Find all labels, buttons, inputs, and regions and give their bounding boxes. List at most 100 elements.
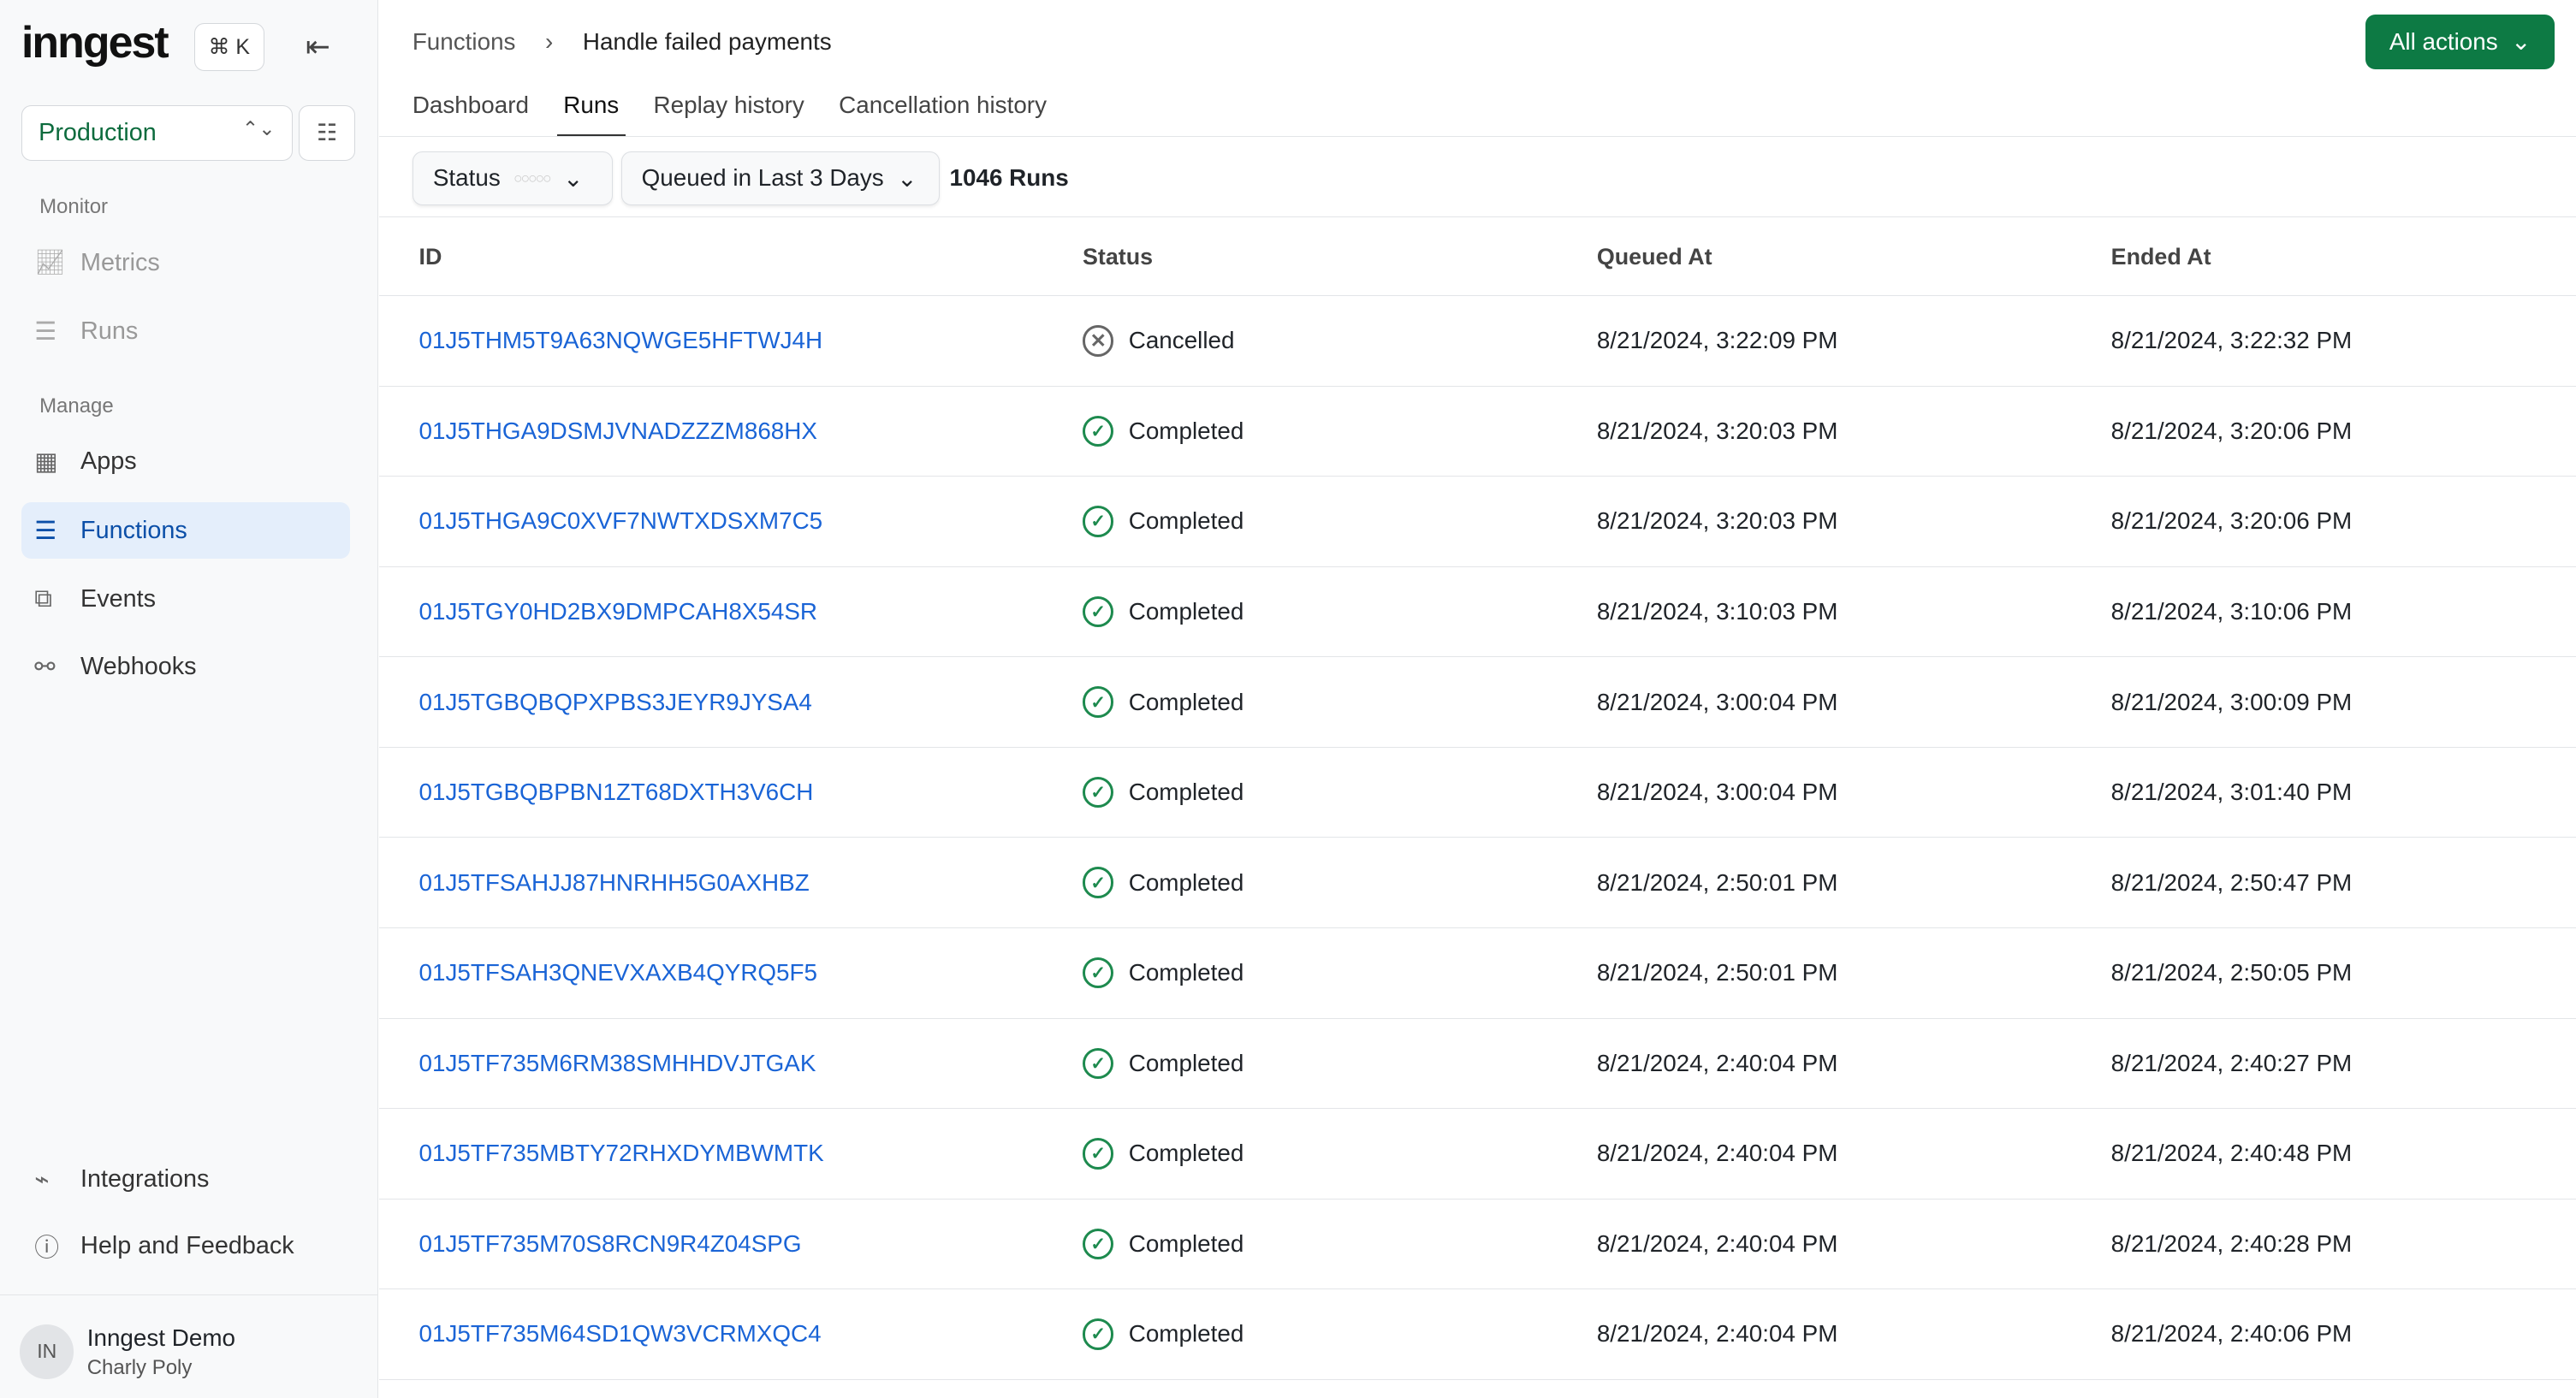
breadcrumb-functions[interactable]: Functions — [413, 28, 516, 56]
tab-dashboard[interactable]: Dashboard — [413, 92, 529, 136]
queued-at-cell: 8/21/2024, 2:40:04 PM — [1596, 1288, 2111, 1380]
status-dots-icon: ○○○○○ — [513, 169, 551, 187]
table-row[interactable]: 01J5THGA9DSMJVNADZZZM868HX ✓ Completed 8/… — [379, 386, 2576, 477]
user-menu[interactable]: IN Inngest Demo Charly Poly — [0, 1294, 378, 1398]
run-id-cell: 01J5THM5T9A63NQWGE5HFTWJ4H — [379, 295, 1083, 387]
run-id-link[interactable]: 01J5TF735M70S8RCN9R4Z04SPG — [418, 1230, 801, 1257]
table-row[interactable]: 01J5TGBQBQPXPBS3JEYR9JYSA4 ✓ Completed 8/… — [379, 656, 2576, 748]
collapse-sidebar-icon[interactable]: ⇤ — [306, 30, 330, 64]
webhook-icon: ⚯ — [34, 653, 56, 681]
run-id-link[interactable]: 01J5TGBQBQPXPBS3JEYR9JYSA4 — [418, 689, 811, 715]
table-row[interactable]: 01J5TF735M6RM38SMHHDVJTGAK ✓ Completed 8/… — [379, 1018, 2576, 1110]
time-filter[interactable]: Queued in Last 3 Days ⌄ — [620, 151, 940, 205]
table-row[interactable]: 01J5TFSAH3QNEVXAXB4QYRQ5F5 ✓ Completed 8/… — [379, 927, 2576, 1019]
run-id-cell: 01J5TF735M6RM38SMHHDVJTGAK — [379, 1018, 1083, 1110]
status-label: Completed — [1128, 1140, 1244, 1167]
all-actions-button[interactable]: All actions ⌄ — [2365, 15, 2555, 69]
divider — [379, 136, 2576, 137]
sidebar-item-label: Metrics — [80, 248, 160, 276]
run-id-cell: 01J5TGBQBQPXPBS3JEYR9JYSA4 — [379, 656, 1083, 748]
help-icon: ⓘ — [34, 1235, 60, 1263]
sidebar-item-integrations[interactable]: ⌁ Integrations — [21, 1152, 350, 1207]
run-id-cell: 01J5TF735MBTY72RHXDYMBWMTK — [379, 1108, 1083, 1200]
column-header-status: Status — [1083, 218, 1597, 297]
sidebar-item-runs[interactable]: ☰ Runs — [21, 304, 350, 359]
status-cell: ✓ Completed — [1083, 1018, 1597, 1110]
run-id-link[interactable]: 01J5TF735M6RM38SMHHDVJTGAK — [418, 1050, 816, 1076]
tab-replay-history[interactable]: Replay history — [654, 92, 804, 136]
chevron-down-icon: ⌄ — [562, 164, 584, 192]
table-row[interactable]: 01J5TF735M64SD1QW3VCRMXQC4 ✓ Completed 8/… — [379, 1288, 2576, 1380]
ended-at-cell: 8/21/2024, 3:22:32 PM — [2110, 295, 2576, 387]
run-id-link[interactable]: 01J5THGA9DSMJVNADZZZM868HX — [418, 418, 816, 444]
queued-at-cell: 8/21/2024, 2:50:01 PM — [1596, 837, 2111, 928]
run-id-link[interactable]: 01J5TF735MBTY72RHXDYMBWMTK — [418, 1140, 823, 1166]
status-cell: ✓ Completed — [1083, 1288, 1597, 1380]
sidebar-item-help[interactable]: ⓘ Help and Feedback — [21, 1218, 350, 1274]
queued-at-cell: 8/21/2024, 3:00:04 PM — [1596, 747, 2111, 838]
all-actions-label: All actions — [2389, 27, 2498, 55]
ended-at-cell: 8/21/2024, 2:40:27 PM — [2110, 1018, 2576, 1110]
status-filter-label: Status — [432, 164, 501, 192]
table-row[interactable]: 01J5THM5T9A63NQWGE5HFTWJ4H ✕ Cancelled 8/… — [379, 295, 2576, 387]
user-org: Charly Poly — [86, 1355, 193, 1379]
breadcrumb: Functions › Handle failed payments — [413, 28, 832, 56]
tab-runs[interactable]: Runs — [556, 92, 626, 137]
status-label: Completed — [1128, 1229, 1244, 1257]
ended-at-cell: 8/21/2024, 2:40:48 PM — [2110, 1108, 2576, 1200]
table-row[interactable]: 01J5TGY0HD2BX9DMPCAH8X54SR ✓ Completed 8/… — [379, 566, 2576, 658]
table-row[interactable]: 01J5THGA9C0XVF7NWTXDSXM7C5 ✓ Completed 8/… — [379, 476, 2576, 567]
run-id-link[interactable]: 01J5TGBQBPBN1ZT68DXTH3V6CH — [418, 779, 813, 805]
sidebar-item-functions[interactable]: ☰ Functions — [21, 502, 350, 559]
queued-at-cell: 8/21/2024, 3:10:03 PM — [1596, 566, 2111, 658]
sidebar-item-metrics[interactable]: 📈︎ Metrics — [21, 235, 350, 291]
inngest-logo[interactable]: inngest — [21, 16, 169, 68]
chevron-down-icon: ⌄ — [897, 164, 917, 192]
run-id-link[interactable]: 01J5TF735M64SD1QW3VCRMXQC4 — [418, 1320, 821, 1347]
run-id-link[interactable]: 01J5THM5T9A63NQWGE5HFTWJ4H — [418, 327, 822, 353]
table-row[interactable]: 01J5TGBQBPBN1ZT68DXTH3V6CH ✓ Completed 8/… — [379, 747, 2576, 838]
run-id-cell: 01J5TGBQBPBN1ZT68DXTH3V6CH — [379, 747, 1083, 838]
tab-cancellation-history[interactable]: Cancellation history — [839, 92, 1047, 136]
run-id-link[interactable]: 01J5TFSAHJJ87HNRHH5G0AXHBZ — [418, 869, 809, 896]
sidebar-item-webhooks[interactable]: ⚯ Webhooks — [21, 639, 350, 695]
queued-at-cell: 8/21/2024, 3:22:09 PM — [1596, 295, 2111, 387]
status-label: Completed — [1128, 868, 1244, 896]
check-circle-icon: ✓ — [1083, 686, 1114, 718]
chart-icon: 📈︎ — [34, 249, 66, 277]
chevron-down-icon: ⌄ — [2511, 28, 2531, 56]
environment-label: Production — [39, 119, 157, 147]
environment-select[interactable]: Production ⌃⌄ — [21, 104, 293, 162]
check-circle-icon: ✓ — [1083, 867, 1114, 898]
column-header-ended-at: Ended At — [2110, 218, 2576, 297]
run-id-cell: 01J5TFSAHJJ87HNRHH5G0AXHBZ — [379, 837, 1083, 928]
queued-at-cell: 8/21/2024, 2:40:04 PM — [1596, 1108, 2111, 1200]
status-cell: ✓ Completed — [1083, 656, 1597, 748]
run-count: 1046 Runs — [949, 163, 1069, 191]
status-label: Completed — [1128, 779, 1244, 806]
check-circle-icon: ✓ — [1083, 1228, 1114, 1260]
table-row[interactable]: 01J5TF735M70S8RCN9R4Z04SPG ✓ Completed 8/… — [379, 1199, 2576, 1290]
table-row[interactable]: 01J5TF735MBTY72RHXDYMBWMTK ✓ Completed 8/… — [379, 1108, 2576, 1200]
status-label: Completed — [1128, 1320, 1244, 1348]
ended-at-cell: 8/21/2024, 3:20:06 PM — [2110, 476, 2576, 567]
environment-settings-button[interactable]: ☷ — [299, 104, 355, 162]
queued-at-cell: 8/21/2024, 3:20:03 PM — [1596, 386, 2111, 477]
table-row[interactable]: 01J5TFSAHJJ87HNRHH5G0AXHBZ ✓ Completed 8/… — [379, 837, 2576, 928]
sidebar-item-events[interactable]: ⧉ Events — [21, 572, 350, 627]
cancelled-icon: ✕ — [1083, 325, 1114, 357]
run-id-cell: 01J5THGA9C0XVF7NWTXDSXM7C5 — [379, 476, 1083, 567]
status-cell: ✓ Completed — [1083, 747, 1597, 838]
run-id-link[interactable]: 01J5TGY0HD2BX9DMPCAH8X54SR — [418, 598, 817, 625]
run-id-link[interactable]: 01J5TFSAH3QNEVXAXB4QYRQ5F5 — [418, 959, 817, 986]
ended-at-cell: 8/21/2024, 2:40:28 PM — [2110, 1199, 2576, 1290]
sidebar-item-label: Runs — [80, 317, 139, 346]
command-palette-button[interactable]: ⌘ K — [193, 22, 265, 71]
status-label: Completed — [1128, 688, 1244, 715]
sidebar-item-apps[interactable]: ▦ Apps — [21, 434, 350, 489]
run-id-cell: 01J5TF735M64SD1QW3VCRMXQC4 — [379, 1288, 1083, 1380]
status-filter[interactable]: Status ○○○○○ ⌄ — [412, 151, 613, 205]
run-id-link[interactable]: 01J5THGA9C0XVF7NWTXDSXM7C5 — [418, 507, 822, 534]
time-filter-label: Queued in Last 3 Days — [641, 164, 884, 192]
run-id-cell: 01J5TFSAH3QNEVXAXB4QYRQ5F5 — [379, 927, 1083, 1019]
